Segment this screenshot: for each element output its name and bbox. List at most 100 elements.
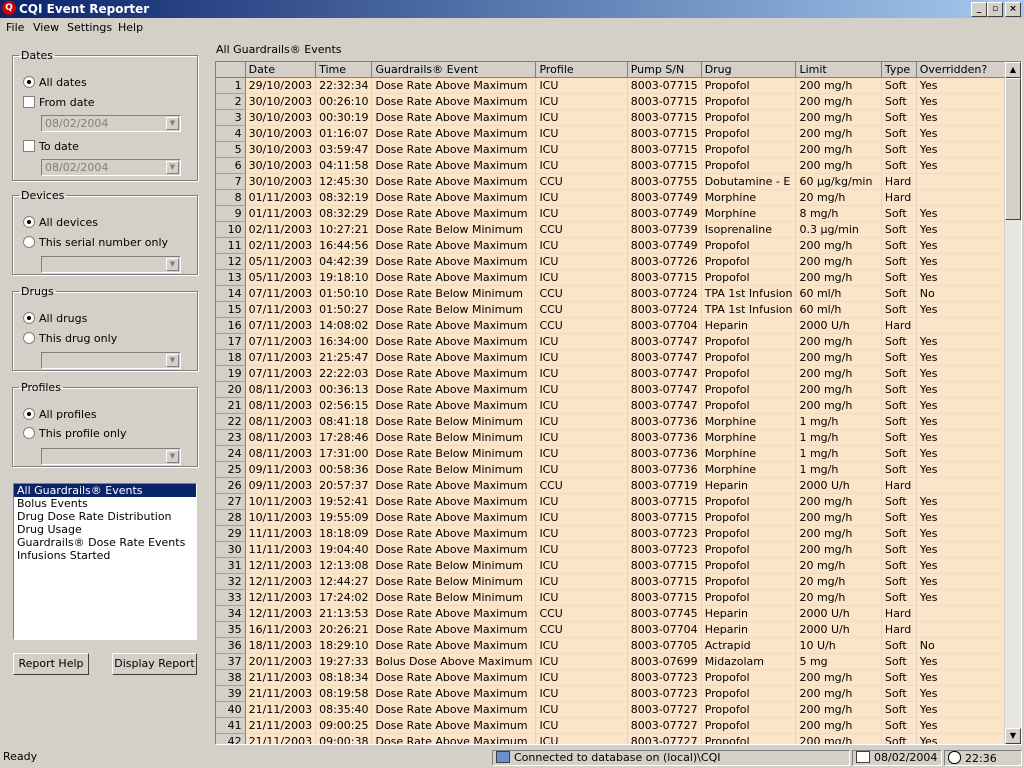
table-row[interactable]: 40 21/11/2003 08:35:40 Dose Rate Above Maxi…: [216, 701, 1021, 718]
to-date-checkbox[interactable]: To date: [23, 140, 79, 153]
row-number[interactable]: 32: [216, 573, 246, 590]
from-date-checkbox[interactable]: From date: [23, 96, 95, 109]
maximize-button[interactable]: ▫: [987, 2, 1003, 17]
row-number[interactable]: 35: [216, 621, 246, 638]
table-row[interactable]: 15 07/11/2003 01:50:27 Dose Rate Below Mini…: [216, 301, 1021, 318]
table-row[interactable]: 19 07/11/2003 22:22:03 Dose Rate Above Maxi…: [216, 365, 1021, 382]
menu-settings[interactable]: Settings: [67, 21, 112, 34]
table-row[interactable]: 3 30/10/2003 00:30:19 Dose Rate Above Maxim…: [216, 109, 1021, 126]
table-row[interactable]: 10 02/11/2003 10:27:21 Dose Rate Below Mini…: [216, 221, 1021, 238]
row-number[interactable]: 30: [216, 541, 246, 558]
chevron-down-icon[interactable]: ▼: [166, 161, 179, 174]
profile-only-radio[interactable]: This profile only: [23, 427, 126, 440]
minimize-button[interactable]: _: [971, 2, 987, 17]
table-row[interactable]: 2 30/10/2003 00:26:10 Dose Rate Above Maxim…: [216, 93, 1021, 110]
to-date-picker[interactable]: 08/02/2004 ▼: [41, 159, 181, 176]
chevron-down-icon[interactable]: ▼: [166, 258, 179, 271]
row-number[interactable]: 5: [216, 141, 246, 158]
row-number[interactable]: 18: [216, 349, 246, 366]
table-row[interactable]: 30 11/11/2003 19:04:40 Dose Rate Above Maxi…: [216, 541, 1021, 558]
row-number[interactable]: 16: [216, 317, 246, 334]
row-number[interactable]: 3: [216, 109, 246, 126]
scroll-up-icon[interactable]: ▲: [1005, 62, 1021, 78]
table-row[interactable]: 24 08/11/2003 17:31:00 Dose Rate Below Mini…: [216, 445, 1021, 462]
row-number[interactable]: 1: [216, 77, 246, 94]
close-button[interactable]: ×: [1005, 2, 1021, 17]
row-number[interactable]: 9: [216, 205, 246, 222]
table-row[interactable]: 27 10/11/2003 19:52:41 Dose Rate Above Maxi…: [216, 493, 1021, 510]
table-row[interactable]: 8 01/11/2003 08:32:19 Dose Rate Above Maxim…: [216, 189, 1021, 206]
from-date-picker[interactable]: 08/02/2004 ▼: [41, 115, 181, 132]
row-number[interactable]: 23: [216, 429, 246, 446]
row-number[interactable]: 15: [216, 301, 246, 318]
serial-number-radio[interactable]: This serial number only: [23, 236, 168, 249]
row-number[interactable]: 27: [216, 493, 246, 510]
table-row[interactable]: 26 09/11/2003 20:57:37 Dose Rate Above Maxi…: [216, 477, 1021, 494]
column-header-date[interactable]: Date: [245, 62, 317, 78]
table-row[interactable]: 33 12/11/2003 17:24:02 Dose Rate Below Mini…: [216, 589, 1021, 606]
table-row[interactable]: 20 08/11/2003 00:36:13 Dose Rate Above Maxi…: [216, 381, 1021, 398]
all-devices-radio[interactable]: All devices: [23, 216, 98, 229]
row-number[interactable]: 21: [216, 397, 246, 414]
row-number[interactable]: 40: [216, 701, 246, 718]
table-row[interactable]: 41 21/11/2003 09:00:25 Dose Rate Above Maxi…: [216, 717, 1021, 734]
table-row[interactable]: 34 12/11/2003 21:13:53 Dose Rate Above Maxi…: [216, 605, 1021, 622]
table-row[interactable]: 37 20/11/2003 19:27:33 Bolus Dose Above Max…: [216, 653, 1021, 670]
row-number[interactable]: 17: [216, 333, 246, 350]
row-number[interactable]: 12: [216, 253, 246, 270]
column-header-profile[interactable]: Profile: [535, 62, 628, 78]
row-number[interactable]: 37: [216, 653, 246, 670]
row-number[interactable]: 39: [216, 685, 246, 702]
table-row[interactable]: 38 21/11/2003 08:18:34 Dose Rate Above Maxi…: [216, 669, 1021, 686]
table-row[interactable]: 14 07/11/2003 01:50:10 Dose Rate Below Mini…: [216, 285, 1021, 302]
table-row[interactable]: 9 01/11/2003 08:32:29 Dose Rate Above Maxim…: [216, 205, 1021, 222]
row-number[interactable]: 7: [216, 173, 246, 190]
column-header-pump-sn[interactable]: Pump S/N: [627, 62, 702, 78]
chevron-down-icon[interactable]: ▼: [166, 117, 179, 130]
table-row[interactable]: 29 11/11/2003 18:18:09 Dose Rate Above Maxi…: [216, 525, 1021, 542]
row-number[interactable]: 42: [216, 733, 246, 744]
row-number[interactable]: 22: [216, 413, 246, 430]
row-number[interactable]: 19: [216, 365, 246, 382]
row-number[interactable]: 28: [216, 509, 246, 526]
vertical-scrollbar[interactable]: ▲ ▼: [1004, 62, 1021, 744]
chevron-down-icon[interactable]: ▼: [166, 354, 179, 367]
column-header-drug[interactable]: Drug: [701, 62, 797, 78]
table-row[interactable]: 22 08/11/2003 08:41:18 Dose Rate Below Mini…: [216, 413, 1021, 430]
column-header-type[interactable]: Type: [881, 62, 917, 78]
table-row[interactable]: 36 18/11/2003 18:29:10 Dose Rate Above Maxi…: [216, 637, 1021, 654]
table-row[interactable]: 35 16/11/2003 20:26:21 Dose Rate Above Maxi…: [216, 621, 1021, 638]
menu-view[interactable]: View: [33, 21, 59, 34]
drug-select[interactable]: ▼: [41, 352, 181, 369]
report-list[interactable]: All Guardrails® Events Bolus Events Drug…: [13, 483, 197, 640]
table-row[interactable]: 5 30/10/2003 03:59:47 Dose Rate Above Maxim…: [216, 141, 1021, 158]
table-row[interactable]: 18 07/11/2003 21:25:47 Dose Rate Above Maxi…: [216, 349, 1021, 366]
row-number[interactable]: 29: [216, 525, 246, 542]
row-number[interactable]: 41: [216, 717, 246, 734]
row-number[interactable]: 13: [216, 269, 246, 286]
display-report-button[interactable]: Display Report: [112, 653, 197, 675]
row-number[interactable]: 20: [216, 381, 246, 398]
table-row[interactable]: 16 07/11/2003 14:08:02 Dose Rate Above Maxi…: [216, 317, 1021, 334]
table-row[interactable]: 32 12/11/2003 12:44:27 Dose Rate Below Mini…: [216, 573, 1021, 590]
report-item[interactable]: Infusions Started: [14, 549, 196, 562]
row-number[interactable]: 2: [216, 93, 246, 110]
row-number[interactable]: 26: [216, 477, 246, 494]
events-grid[interactable]: Date Time Guardrails® Event Profile Pump…: [215, 61, 1022, 745]
report-item[interactable]: Guardrails® Dose Rate Events: [14, 536, 196, 549]
row-number[interactable]: 25: [216, 461, 246, 478]
table-row[interactable]: 4 30/10/2003 01:16:07 Dose Rate Above Maxim…: [216, 125, 1021, 142]
row-number[interactable]: 6: [216, 157, 246, 174]
table-row[interactable]: 28 10/11/2003 19:55:09 Dose Rate Above Maxi…: [216, 509, 1021, 526]
table-row[interactable]: 11 02/11/2003 16:44:56 Dose Rate Above Maxi…: [216, 237, 1021, 254]
report-item[interactable]: Drug Usage: [14, 523, 196, 536]
report-item[interactable]: Bolus Events: [14, 497, 196, 510]
scroll-down-icon[interactable]: ▼: [1005, 728, 1021, 744]
menu-help[interactable]: Help: [118, 21, 143, 34]
column-header-event[interactable]: Guardrails® Event: [371, 62, 537, 78]
row-number[interactable]: 11: [216, 237, 246, 254]
table-row[interactable]: 42 21/11/2003 09:00:38 Dose Rate Above Maxi…: [216, 733, 1021, 744]
table-row[interactable]: 25 09/11/2003 00:58:36 Dose Rate Below Mini…: [216, 461, 1021, 478]
row-number[interactable]: 34: [216, 605, 246, 622]
table-row[interactable]: 6 30/10/2003 04:11:58 Dose Rate Above Maxim…: [216, 157, 1021, 174]
